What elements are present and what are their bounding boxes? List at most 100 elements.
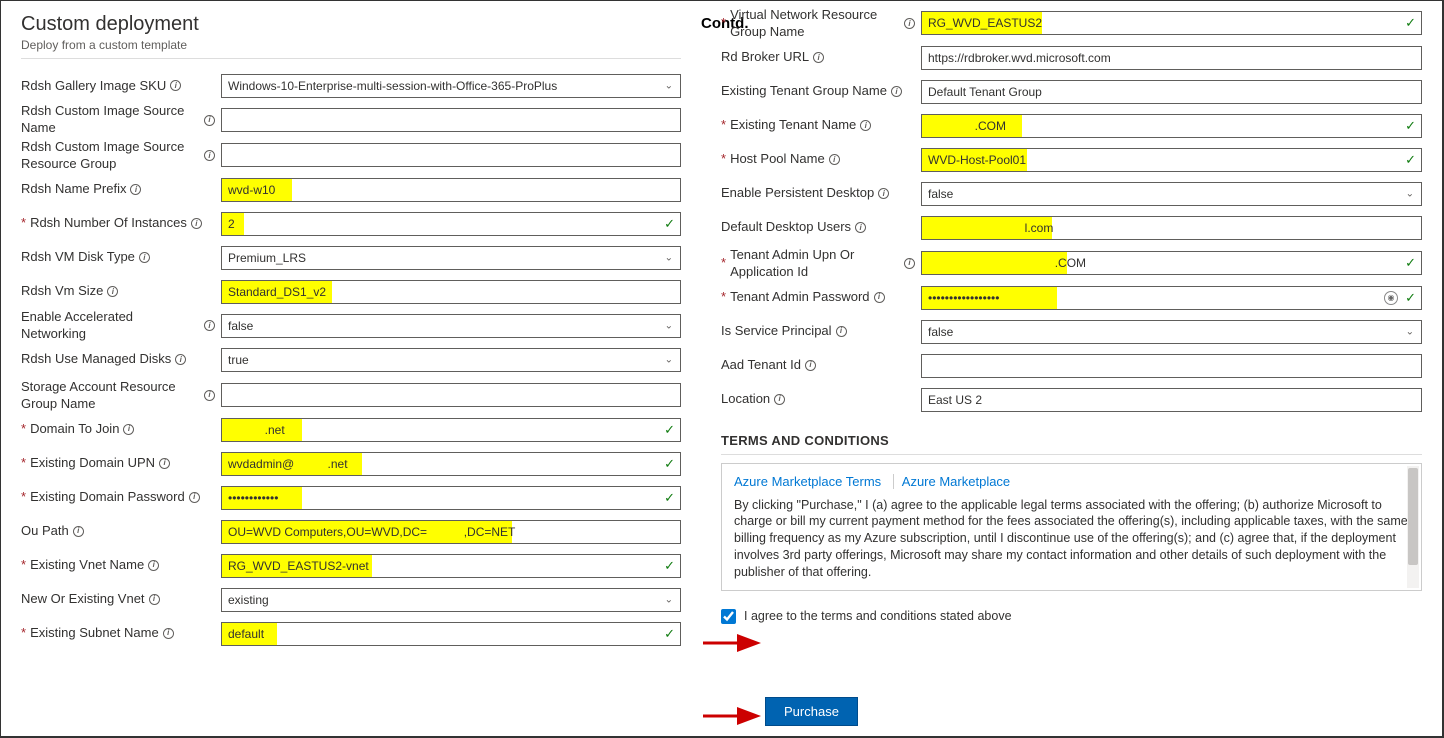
info-icon[interactable] [159, 458, 170, 469]
subnet-name-input[interactable] [221, 622, 681, 646]
page-subtitle: Deploy from a custom template [21, 38, 199, 52]
page-title: Custom deployment [21, 13, 199, 36]
info-icon[interactable] [189, 492, 200, 503]
info-icon[interactable] [836, 326, 847, 337]
new-exist-vnet-select[interactable] [221, 588, 681, 612]
required-icon: * [721, 255, 726, 272]
name-prefix-input[interactable] [221, 178, 681, 202]
managed-disks-select[interactable] [221, 348, 681, 372]
label-name-prefix: Rdsh Name Prefix [21, 181, 126, 198]
info-icon[interactable] [204, 115, 215, 126]
label-tenant-group: Existing Tenant Group Name [721, 83, 887, 100]
azure-marketplace-terms-link[interactable]: Azure Marketplace Terms [734, 474, 881, 489]
info-icon[interactable] [874, 292, 885, 303]
info-icon[interactable] [904, 18, 915, 29]
label-persistent: Enable Persistent Desktop [721, 185, 874, 202]
label-new-exist-vnet: New Or Existing Vnet [21, 591, 145, 608]
domain-pwd-input[interactable] [221, 486, 681, 510]
vnet-name-input[interactable] [221, 554, 681, 578]
is-sp-select[interactable] [921, 320, 1422, 344]
custom-img-name-input[interactable] [221, 108, 681, 132]
gallery-sku-select[interactable] [221, 74, 681, 98]
info-icon[interactable] [149, 594, 160, 605]
info-icon[interactable] [878, 188, 889, 199]
label-custom-img-rg: Rdsh Custom Image Source Resource Group [21, 139, 200, 173]
label-broker-url: Rd Broker URL [721, 49, 809, 66]
reveal-password-icon[interactable] [1384, 291, 1398, 305]
terms-heading: TERMS AND CONDITIONS [721, 433, 1422, 455]
required-icon: * [21, 625, 26, 642]
label-vnet-name: Existing Vnet Name [30, 557, 144, 574]
terms-text: By clicking "Purchase," I (a) agree to t… [734, 497, 1409, 581]
ou-path-input[interactable] [221, 520, 681, 544]
info-icon[interactable] [170, 80, 181, 91]
info-icon[interactable] [805, 360, 816, 371]
domain-upn-input[interactable] [221, 452, 681, 476]
host-pool-input[interactable] [921, 148, 1422, 172]
info-icon[interactable] [175, 354, 186, 365]
label-storage-rg: Storage Account Resource Group Name [21, 379, 200, 413]
info-icon[interactable] [163, 628, 174, 639]
aad-tenant-input[interactable] [921, 354, 1422, 378]
admin-pwd-input[interactable] [921, 286, 1422, 310]
default-users-input[interactable] [921, 216, 1422, 240]
info-icon[interactable] [891, 86, 902, 97]
info-icon[interactable] [123, 424, 134, 435]
info-icon[interactable] [139, 252, 150, 263]
info-icon[interactable] [904, 258, 915, 269]
info-icon[interactable] [860, 120, 871, 131]
disk-type-select[interactable] [221, 246, 681, 270]
label-aad-tenant: Aad Tenant Id [721, 357, 801, 374]
label-disk-type: Rdsh VM Disk Type [21, 249, 135, 266]
arrow-icon [701, 706, 763, 726]
vnet-rg-input[interactable] [921, 11, 1422, 35]
label-managed-disks: Rdsh Use Managed Disks [21, 351, 171, 368]
label-accel-net: Enable Accelerated Networking [21, 309, 200, 343]
info-icon[interactable] [130, 184, 141, 195]
info-icon[interactable] [204, 390, 215, 401]
vm-size-input[interactable] [221, 280, 681, 304]
label-domain-upn: Existing Domain UPN [30, 455, 155, 472]
info-icon[interactable] [107, 286, 118, 297]
terms-box: Azure Marketplace Terms Azure Marketplac… [721, 463, 1422, 591]
label-subnet-name: Existing Subnet Name [30, 625, 159, 642]
required-icon: * [721, 151, 726, 168]
required-icon: * [21, 421, 26, 438]
info-icon[interactable] [204, 150, 215, 161]
info-icon[interactable] [148, 560, 159, 571]
label-gallery-sku: Rdsh Gallery Image SKU [21, 78, 166, 95]
purchase-button[interactable]: Purchase [765, 697, 858, 726]
agree-checkbox[interactable] [721, 609, 736, 624]
domain-join-input[interactable] [221, 418, 681, 442]
admin-upn-input[interactable] [921, 251, 1422, 275]
info-icon[interactable] [829, 154, 840, 165]
agree-label: I agree to the terms and conditions stat… [744, 609, 1012, 623]
custom-img-rg-input[interactable] [221, 143, 681, 167]
required-icon: * [21, 455, 26, 472]
label-ou-path: Ou Path [21, 523, 69, 540]
label-vnet-rg: Virtual Network Resource Group Name [730, 7, 900, 41]
label-domain-pwd: Existing Domain Password [30, 489, 185, 506]
required-icon: * [721, 289, 726, 306]
location-input[interactable] [921, 388, 1422, 412]
storage-rg-input[interactable] [221, 383, 681, 407]
label-default-users: Default Desktop Users [721, 219, 851, 236]
scrollbar[interactable] [1407, 466, 1419, 588]
info-icon[interactable] [813, 52, 824, 63]
azure-marketplace-link[interactable]: Azure Marketplace [902, 474, 1010, 489]
info-icon[interactable] [73, 526, 84, 537]
info-icon[interactable] [774, 394, 785, 405]
required-icon: * [21, 489, 26, 506]
info-icon[interactable] [191, 218, 202, 229]
accel-net-select[interactable] [221, 314, 681, 338]
header-divider [21, 58, 681, 59]
info-icon[interactable] [204, 320, 215, 331]
tenant-group-input[interactable] [921, 80, 1422, 104]
broker-url-input[interactable] [921, 46, 1422, 70]
tenant-name-input[interactable] [921, 114, 1422, 138]
label-tenant-name: Existing Tenant Name [730, 117, 856, 134]
label-admin-pwd: Tenant Admin Password [730, 289, 869, 306]
num-instances-input[interactable] [221, 212, 681, 236]
persistent-select[interactable] [921, 182, 1422, 206]
info-icon[interactable] [855, 222, 866, 233]
